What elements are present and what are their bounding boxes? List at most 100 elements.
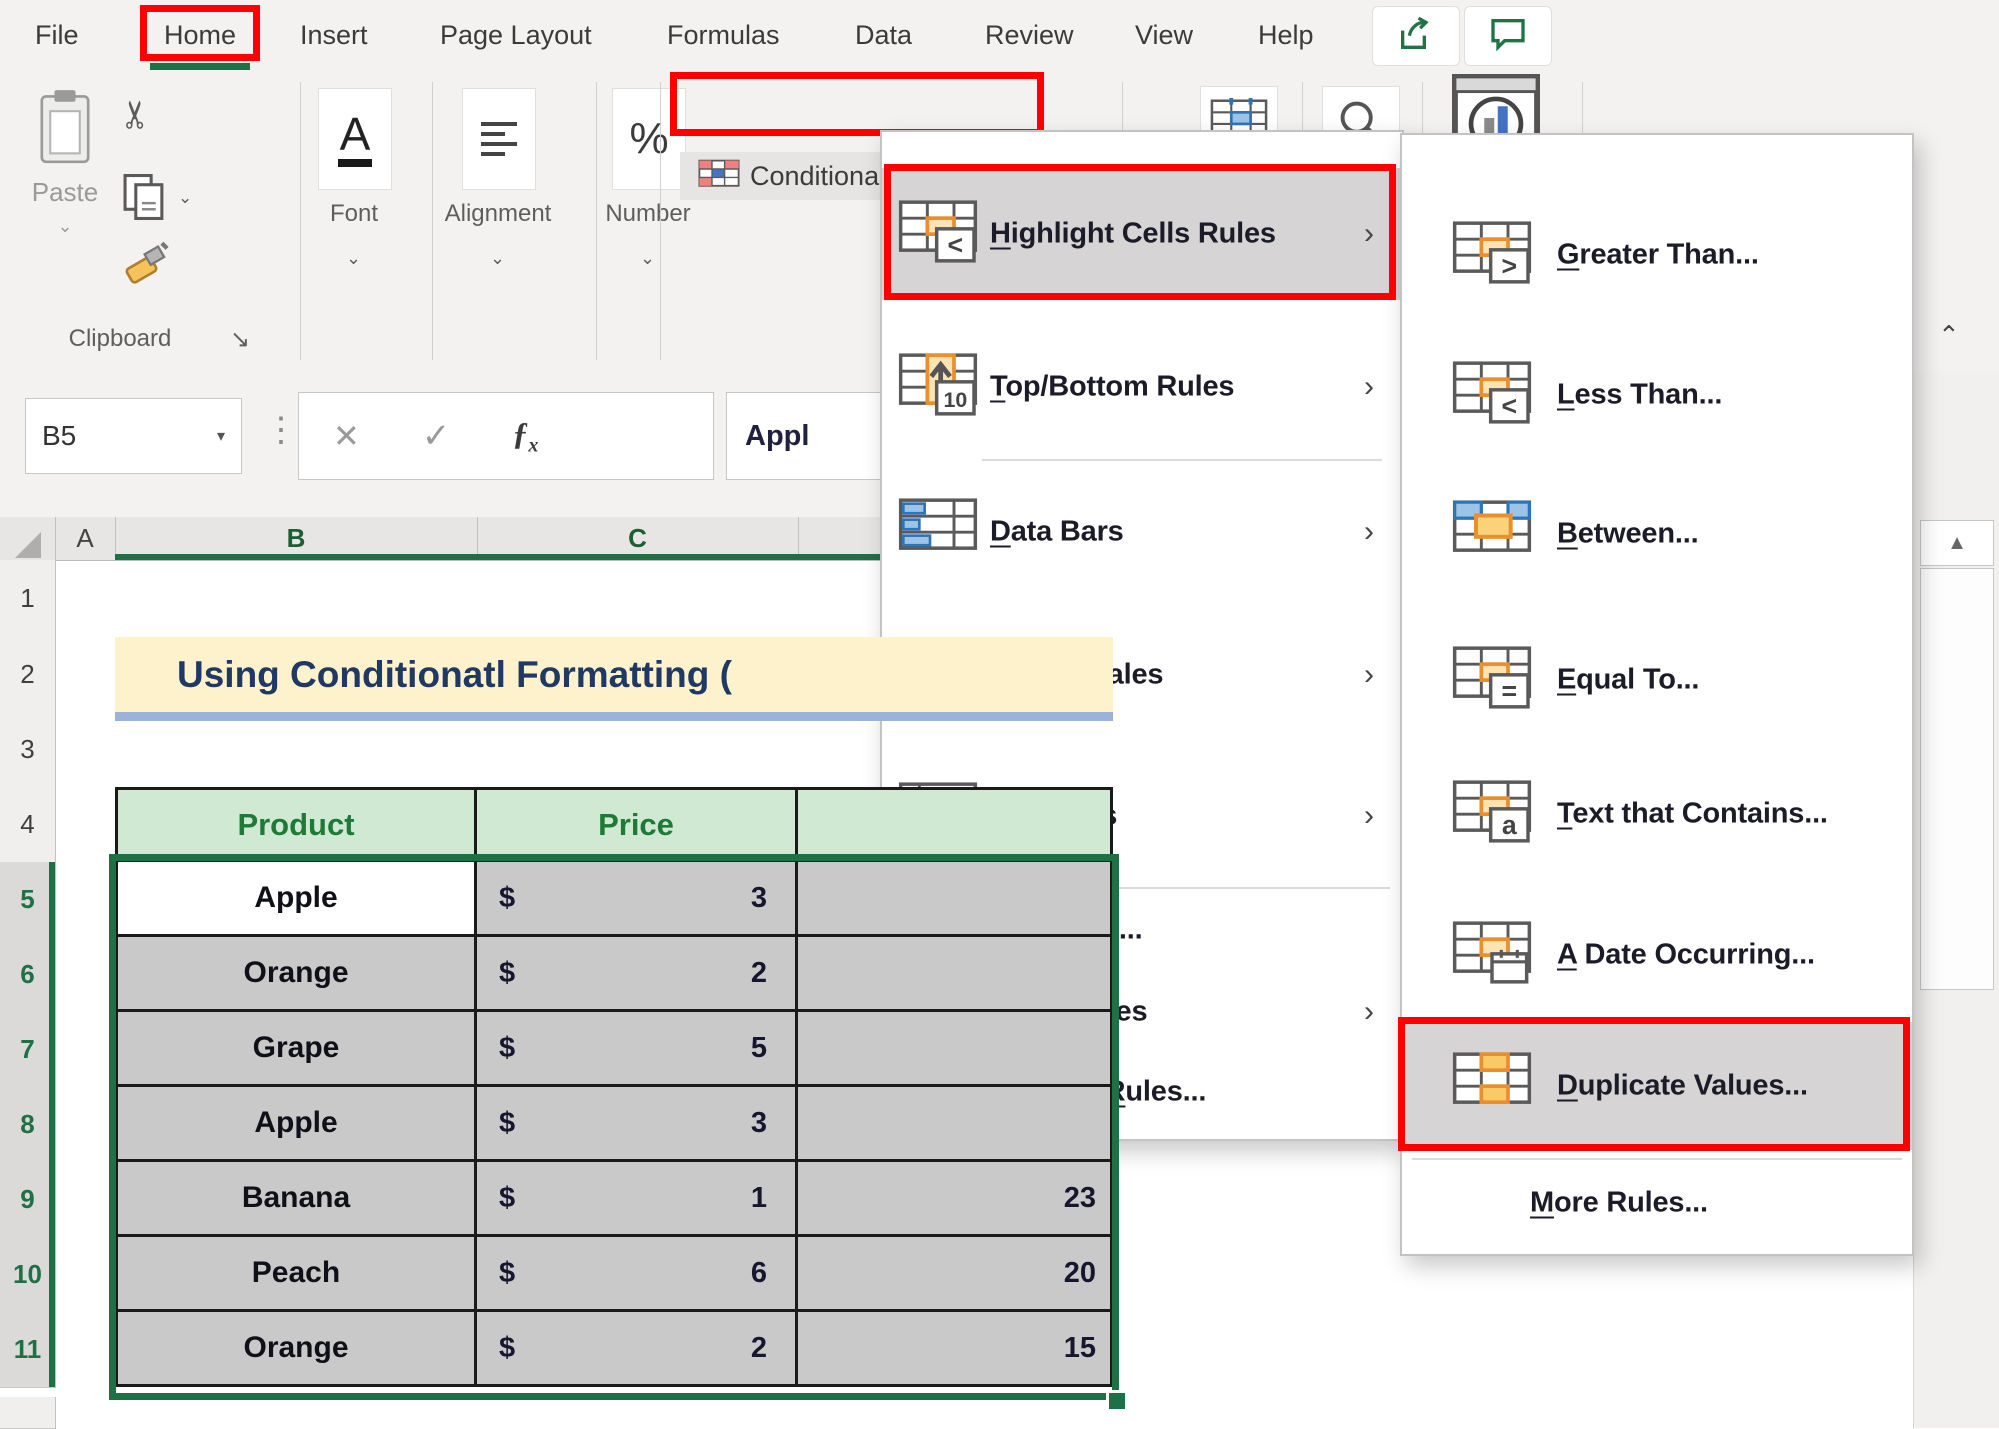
name-box[interactable]: B5▾ <box>25 398 242 474</box>
font-underline-icon: A <box>338 111 372 167</box>
cell-product-row5[interactable]: Apple <box>115 862 477 937</box>
row-header-10[interactable]: 10 <box>0 1237 56 1313</box>
menu-item-label: More Rules... <box>1530 1186 1708 1219</box>
row-header-2[interactable]: 2 <box>0 637 56 713</box>
menu-item-less-than[interactable]: <Less Than... <box>1402 327 1912 462</box>
less-than-icon: < <box>1452 360 1532 429</box>
font-chevron[interactable]: ⌄ <box>346 248 361 269</box>
menubar-tab-view[interactable]: View <box>1135 0 1193 70</box>
menubar-tab-file[interactable]: File <box>35 0 79 70</box>
paste-button[interactable]: Paste⌄ <box>25 88 105 237</box>
menu-item-more-rules[interactable]: More Rules... <box>1402 1165 1912 1240</box>
name-box-dropdown-icon[interactable]: ▾ <box>217 426 225 446</box>
cell-product-row8[interactable]: Apple <box>115 1087 477 1162</box>
menubar-tab-help[interactable]: Help <box>1258 0 1314 70</box>
cell-qty-row7[interactable] <box>798 1012 1113 1087</box>
cancel-x-icon[interactable]: ✕ <box>333 417 360 455</box>
cell-qty-row9[interactable]: 23 <box>798 1162 1113 1237</box>
cell-product-row10[interactable]: Peach <box>115 1237 477 1312</box>
cell-price-row10[interactable]: $6 <box>477 1237 798 1312</box>
menubar-tab-data[interactable]: Data <box>855 0 912 70</box>
column-header-A[interactable]: A <box>55 517 116 560</box>
row-header-9[interactable]: 9 <box>0 1162 56 1238</box>
cell-qty-row10[interactable]: 20 <box>798 1237 1113 1312</box>
menubar-tab-page-layout[interactable]: Page Layout <box>440 0 592 70</box>
menu-item-label: Duplicate Values... <box>1557 1070 1808 1103</box>
text-contains-icon: a <box>1452 779 1532 848</box>
cell-product-row7[interactable]: Grape <box>115 1012 477 1087</box>
menubar-tab-home[interactable]: Home <box>164 0 236 70</box>
scrollbar-up-button[interactable]: ▲ <box>1920 520 1994 566</box>
drag-handle-dots[interactable]: ⋮ <box>264 410 296 450</box>
cell-price-row5[interactable]: $3 <box>477 862 798 937</box>
cell-product-row11[interactable]: Orange <box>115 1312 477 1387</box>
column-header-C[interactable]: C <box>477 517 799 560</box>
menubar-tab-review[interactable]: Review <box>985 0 1074 70</box>
fill-handle[interactable] <box>1106 1390 1128 1412</box>
number-button[interactable]: % <box>612 88 686 190</box>
comment-button[interactable] <box>1464 6 1552 66</box>
cell-qty-row5[interactable] <box>798 862 1113 937</box>
cell-price-row9[interactable]: $1 <box>477 1162 798 1237</box>
select-all-corner[interactable] <box>0 517 56 560</box>
menu-item-top-bottom-rules[interactable]: 10Top/Bottom Rules› <box>882 322 1402 452</box>
cell-price-row6[interactable]: $2 <box>477 937 798 1012</box>
currency-symbol: $ <box>499 882 515 915</box>
format-painter-icon[interactable] <box>122 238 174 295</box>
share-button[interactable] <box>1372 6 1460 66</box>
svg-text:<: < <box>948 230 964 260</box>
menu-item-a-date-occurring[interactable]: A Date Occurring... <box>1402 887 1912 1022</box>
row-header-4[interactable]: 4 <box>0 787 56 863</box>
alignment-button[interactable] <box>462 88 536 190</box>
svg-text:<: < <box>1502 391 1518 421</box>
row-header-7[interactable]: 7 <box>0 1012 56 1088</box>
row-header-6[interactable]: 6 <box>0 937 56 1013</box>
menu-item-text-that-contains[interactable]: aText that Contains... <box>1402 747 1912 880</box>
row-header-3[interactable]: 3 <box>0 712 56 788</box>
scrollbar-thumb[interactable] <box>1920 568 1994 990</box>
cell-product-row6[interactable]: Orange <box>115 937 477 1012</box>
enter-check-icon[interactable]: ✓ <box>422 416 451 456</box>
cell-product-row9[interactable]: Banana <box>115 1162 477 1237</box>
menu-item-label: Highlight Cells Rules <box>990 218 1276 251</box>
cell-price-row7[interactable]: $5 <box>477 1012 798 1087</box>
corner-triangle-icon <box>15 532 41 558</box>
separator <box>660 82 661 360</box>
menu-item-data-bars[interactable]: Data Bars› <box>882 467 1402 597</box>
row-header-5[interactable]: 5 <box>0 862 56 938</box>
cell-price-row11[interactable]: $2 <box>477 1312 798 1387</box>
menu-item-greater-than[interactable]: >Greater Than... <box>1402 187 1912 322</box>
dialog-launcher-icon[interactable]: ↘ <box>230 325 250 354</box>
cell-qty-row8[interactable] <box>798 1087 1113 1162</box>
price-value: 1 <box>751 1182 767 1215</box>
menu-item-highlight-cells-rules[interactable]: < Highlight Cells Rules › <box>882 168 1402 300</box>
column-header-B[interactable]: B <box>115 517 478 560</box>
alignment-chevron[interactable]: ⌄ <box>490 248 505 269</box>
font-button[interactable]: A <box>318 88 392 190</box>
collapse-ribbon-icon[interactable]: ⌃ <box>1938 320 1960 351</box>
row-header-8[interactable]: 8 <box>0 1087 56 1163</box>
menu-item-equal-to[interactable]: =Equal To... <box>1402 612 1912 747</box>
number-chevron[interactable]: ⌄ <box>640 248 655 269</box>
svg-text:10: 10 <box>943 388 967 412</box>
copy-dropdown-chevron[interactable]: ⌄ <box>178 188 192 208</box>
row-header-1[interactable]: 1 <box>0 560 56 638</box>
copy-icon[interactable] <box>122 172 168 227</box>
currency-symbol: $ <box>499 1332 515 1365</box>
menu-item-duplicate-values[interactable]: Duplicate Values... <box>1402 1022 1912 1150</box>
menu-item-between[interactable]: Between... <box>1402 467 1912 600</box>
menubar-tab-formulas[interactable]: Formulas <box>667 0 780 70</box>
cell-qty-row6[interactable] <box>798 937 1113 1012</box>
scissors-cut-icon[interactable]: ✂ <box>113 99 158 131</box>
menu-item-label: A Date Occurring... <box>1557 938 1815 971</box>
formula-buttons: ✕ ✓ ƒx <box>298 392 714 480</box>
row-header-12[interactable] <box>0 1397 56 1429</box>
row-header-11[interactable]: 11 <box>0 1312 56 1388</box>
cell-price-row8[interactable]: $3 <box>477 1087 798 1162</box>
vertical-scrollbar[interactable]: ▲ <box>1913 372 1999 1428</box>
cell-qty-row11[interactable]: 15 <box>798 1312 1113 1387</box>
currency-symbol: $ <box>499 1032 515 1065</box>
fx-icon[interactable]: ƒx <box>512 415 538 457</box>
menubar-tab-insert[interactable]: Insert <box>300 0 368 70</box>
submenu-arrow-icon: › <box>1364 217 1374 251</box>
